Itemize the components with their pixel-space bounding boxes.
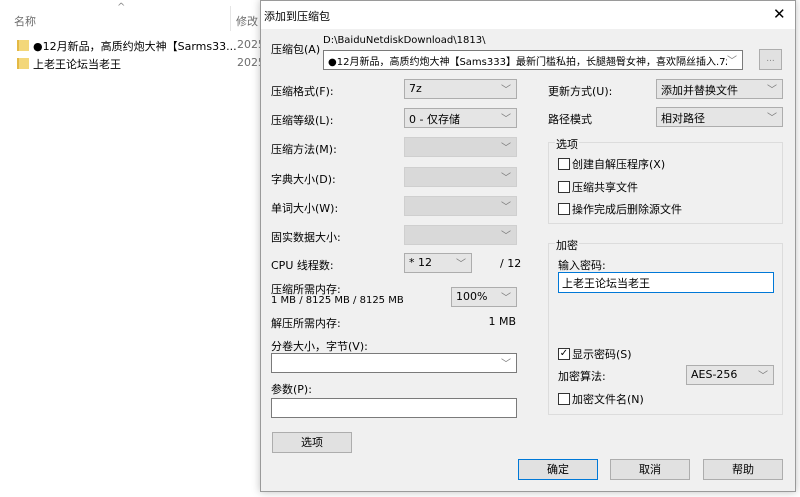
column-name[interactable]: 名称 [14, 13, 36, 29]
add-to-archive-dialog: 添加到压缩包 ✕ 压缩包(A) D:\BaiduNetdiskDownload\… [260, 0, 796, 492]
delete-checkbox[interactable]: 操作完成后删除源文件 [558, 201, 682, 217]
chevron-down-icon: ﹀ [456, 259, 466, 270]
shared-checkbox[interactable]: 压缩共享文件 [558, 179, 638, 195]
chevron-down-icon: ﹀ [767, 113, 777, 124]
mem-decomp-label: 解压所需内存: [271, 317, 341, 330]
mem-percent-select[interactable]: 100% ﹀ [451, 287, 517, 307]
close-icon[interactable]: ✕ [773, 5, 786, 23]
checkbox-box [558, 203, 570, 215]
split-combo[interactable]: ﹀ [271, 353, 517, 373]
path-value: 相对路径 [661, 112, 705, 125]
checkbox-box [558, 158, 570, 170]
mem-pct-value: 100% [456, 290, 488, 303]
encryption-group-label: 加密 [555, 237, 579, 253]
cpu-total: / 12 [500, 257, 522, 270]
cpu-select[interactable]: * 12 ﹀ [404, 253, 472, 273]
level-value: 0 - 仅存储 [409, 113, 460, 126]
password-label: 输入密码: [558, 259, 606, 272]
dict-label: 字典大小(D): [271, 173, 336, 186]
folder-icon [17, 40, 29, 51]
show-password-checkbox[interactable]: ✓ 显示密码(S) [558, 346, 632, 362]
chevron-down-icon: ﹀ [501, 293, 511, 304]
mem-comp-value: 1 MB / 8125 MB / 8125 MB [271, 295, 404, 306]
path-select[interactable]: 相对路径 ﹀ [656, 107, 783, 127]
format-value: 7z [409, 82, 422, 95]
options-group-label: 选项 [555, 136, 579, 152]
params-input[interactable] [271, 398, 517, 418]
method-select: ﹀ [404, 137, 517, 157]
ok-button[interactable]: 确定 [518, 459, 598, 480]
archive-name-value: ●12月新品，高质约炮大神【Sams333】最新门槛私拍，长腿翘臀女神，喜欢隔丝… [328, 57, 731, 68]
mem-decomp-value: 1 MB [488, 315, 516, 328]
enc-method-select[interactable]: AES-256 ﹀ [686, 365, 774, 385]
chevron-down-icon: ﹀ [501, 114, 511, 125]
word-select: ﹀ [404, 196, 517, 216]
password-input[interactable]: 上老王论坛当老王 [558, 272, 774, 293]
chevron-down-icon: ﹀ [501, 143, 511, 154]
path-label: 路径模式 [548, 113, 592, 126]
archive-label: 压缩包(A) [271, 43, 321, 56]
solid-label: 固实数据大小: [271, 231, 341, 244]
params-label: 参数(P): [271, 383, 312, 396]
sfx-checkbox[interactable]: 创建自解压程序(X) [558, 156, 665, 172]
chevron-down-icon: ﹀ [501, 85, 511, 96]
word-label: 单词大小(W): [271, 202, 339, 215]
level-label: 压缩等级(L): [271, 114, 334, 127]
column-modified[interactable]: 修改 [236, 13, 258, 29]
update-label: 更新方式(U): [548, 85, 613, 98]
options-button[interactable]: 选项 [272, 432, 352, 453]
enc-method-value: AES-256 [691, 368, 738, 381]
chevron-down-icon: ﹀ [501, 173, 511, 184]
dict-select: ﹀ [404, 167, 517, 187]
shared-label: 压缩共享文件 [572, 181, 638, 194]
update-value: 添加并替换文件 [661, 84, 738, 97]
update-select[interactable]: 添加并替换文件 ﹀ [656, 79, 783, 99]
chevron-down-icon: ﹀ [501, 231, 511, 242]
delete-label: 操作完成后删除源文件 [572, 203, 682, 216]
dialog-title: 添加到压缩包 [264, 10, 330, 23]
solid-select: ﹀ [404, 225, 517, 245]
archive-dir: D:\BaiduNetdiskDownload\1813\ [323, 35, 486, 46]
chevron-down-icon: ﹀ [758, 371, 768, 382]
format-label: 压缩格式(F): [271, 85, 334, 98]
split-label: 分卷大小，字节(V): [271, 340, 368, 353]
show-password-label: 显示密码(S) [572, 348, 632, 361]
cpu-label: CPU 线程数: [271, 259, 334, 272]
file-name: 上老王论坛当老王 [33, 58, 121, 71]
enc-method-label: 加密算法: [558, 370, 606, 383]
column-divider [230, 6, 231, 31]
cancel-button[interactable]: 取消 [610, 459, 690, 480]
chevron-down-icon: ﹀ [501, 202, 511, 213]
level-select[interactable]: 0 - 仅存储 ﹀ [404, 108, 517, 128]
encrypt-names-checkbox[interactable]: 加密文件名(N) [558, 391, 644, 407]
cpu-value: * 12 [409, 256, 432, 269]
format-select[interactable]: 7z ﹀ [404, 79, 517, 99]
encrypt-names-label: 加密文件名(N) [572, 393, 644, 406]
sort-caret-icon: ^ [117, 2, 126, 13]
chevron-down-icon: ﹀ [501, 359, 511, 370]
file-name: ●12月新品，高质约炮大神【Sarms33... [33, 40, 237, 53]
sfx-label: 创建自解压程序(X) [572, 158, 666, 171]
archive-name-combo[interactable]: ●12月新品，高质约炮大神【Sams333】最新门槛私拍，长腿翘臀女神，喜欢隔丝… [323, 50, 743, 70]
checkbox-box [558, 181, 570, 193]
chevron-down-icon: ﹀ [767, 85, 777, 96]
title-bar: 添加到压缩包 ✕ [261, 1, 795, 29]
method-label: 压缩方法(M): [271, 143, 337, 156]
checkbox-checked-icon: ✓ [558, 348, 570, 360]
folder-icon [17, 58, 29, 69]
help-button[interactable]: 帮助 [703, 459, 783, 480]
browse-button[interactable]: ... [759, 49, 782, 70]
checkbox-box [558, 393, 570, 405]
chevron-down-icon: ﹀ [727, 52, 737, 67]
